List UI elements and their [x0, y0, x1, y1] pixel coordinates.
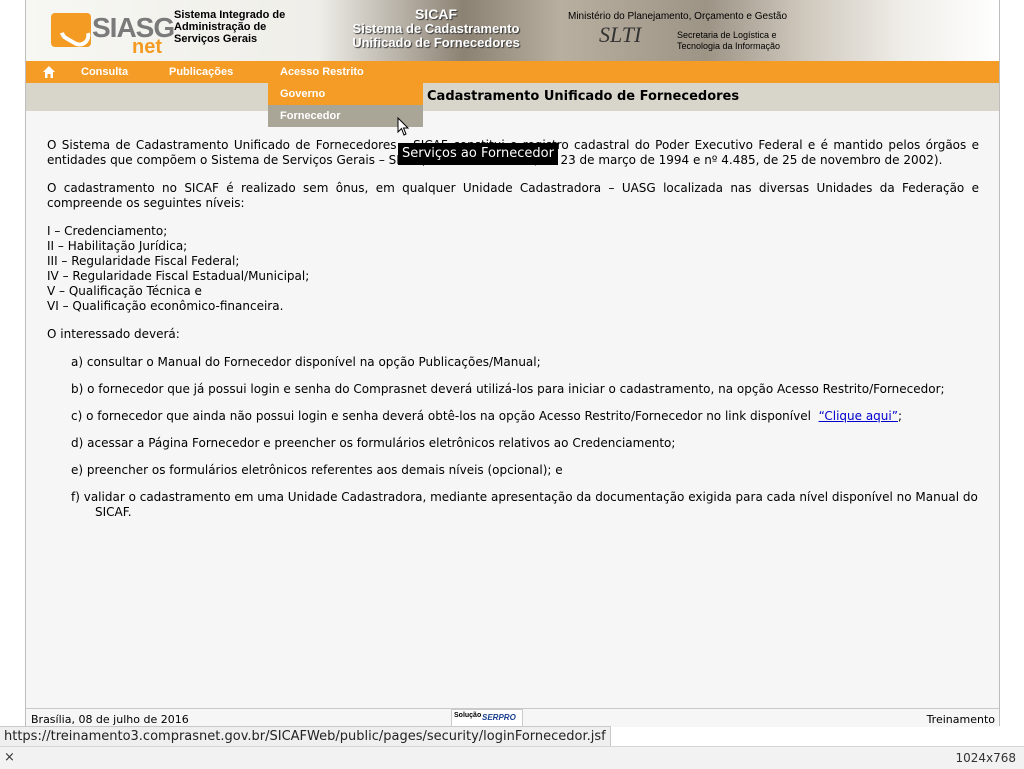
page-frame: SIASG net Sistema Integrado de Administr…	[25, 0, 1000, 727]
nav-acesso-restrito[interactable]: Acesso Restrito	[280, 66, 364, 78]
step-a: a) consultar o Manual do Fornecedor disp…	[71, 355, 541, 369]
solucao-label: Solução	[454, 712, 482, 719]
siasg-logo-mark	[51, 13, 91, 47]
main-content: O Sistema de Cadastramento Unificado de …	[47, 138, 979, 532]
page-footer: Brasília, 08 de julho de 2016 Solução SE…	[26, 708, 999, 727]
logo-net-text: net	[132, 36, 162, 58]
serpro-label: SERPRO	[482, 713, 516, 722]
nav-consulta[interactable]: Consulta	[81, 66, 128, 78]
clique-aqui-link[interactable]: “Clique aqui”	[819, 409, 898, 423]
sicaf-full-name: Sistema de Cadastramento Unificado de Fo…	[352, 21, 520, 50]
level-item: V – Qualificação Técnica e	[47, 284, 202, 298]
browser-bottom-bar: × 1024x768	[0, 746, 1024, 769]
ministry-name: Ministério do Planejamento, Orçamento e …	[568, 11, 787, 22]
window-dimensions: 1024x768	[955, 751, 1016, 765]
dropdown-item-governo[interactable]: Governo	[268, 83, 423, 105]
mouse-pointer-icon	[397, 117, 410, 136]
sicaf-acronym: SICAF	[415, 6, 457, 22]
slti-logo: SLTI	[599, 22, 642, 47]
close-icon[interactable]: ×	[4, 750, 15, 765]
step-c-end: ;	[897, 409, 902, 423]
intro-paragraph-2: O cadastramento no SICAF é realizado sem…	[47, 181, 979, 210]
tooltip: Serviços ao Fornecedor	[398, 143, 558, 165]
org-name: Sistema Integrado de Administração de Se…	[174, 9, 286, 45]
environment-label: Treinamento	[926, 713, 995, 726]
step-f: f) validar o cadastramento em uma Unidad…	[71, 490, 979, 520]
browser-status-url: https://treinamento3.comprasnet.gov.br/S…	[0, 726, 611, 748]
step-c: c) o fornecedor que ainda não possui log…	[71, 409, 979, 424]
level-item: IV – Regularidade Fiscal Estadual/Munici…	[47, 269, 310, 283]
step-d: d) acessar a Página Fornecedor e preench…	[71, 436, 676, 450]
sicaf-title: SICAF Sistema de Cadastramento Unificado…	[326, 6, 546, 50]
siasgnet-logo[interactable]: SIASG net	[48, 8, 175, 58]
header-banner: SIASG net Sistema Integrado de Administr…	[26, 0, 999, 61]
levels-list: I – Credenciamento; II – Habilitação Jur…	[47, 224, 979, 314]
serpro-logo: Solução SERPRO	[451, 709, 523, 727]
steps-list: a) consultar o Manual do Fornecedor disp…	[71, 355, 979, 520]
page-title: Cadastramento Unificado de Fornecedores	[427, 89, 740, 104]
step-f-text: f) validar o cadastramento em uma Unidad…	[71, 490, 978, 504]
level-item: III – Regularidade Fiscal Federal;	[47, 254, 240, 268]
main-nav: Consulta Publicações Acesso Restrito	[26, 61, 999, 83]
step-e: e) preencher os formulários eletrônicos …	[71, 463, 563, 477]
level-item: I – Credenciamento;	[47, 224, 168, 238]
step-c-text: c) o fornecedor que ainda não possui log…	[71, 409, 811, 423]
level-item: II – Habilitação Jurídica;	[47, 239, 188, 253]
home-icon[interactable]	[42, 65, 56, 79]
slti-name: Secretaria de Logística e Tecnologia da …	[677, 30, 781, 51]
steps-intro: O interessado deverá:	[47, 327, 180, 341]
level-item: VI – Qualificação econômico-financeira.	[47, 299, 284, 313]
nav-publicacoes[interactable]: Publicações	[169, 66, 233, 78]
step-f-text-cont: SICAF.	[95, 505, 132, 519]
footer-date: Brasília, 08 de julho de 2016	[31, 713, 189, 726]
step-b: b) o fornecedor que já possui login e se…	[71, 382, 945, 396]
